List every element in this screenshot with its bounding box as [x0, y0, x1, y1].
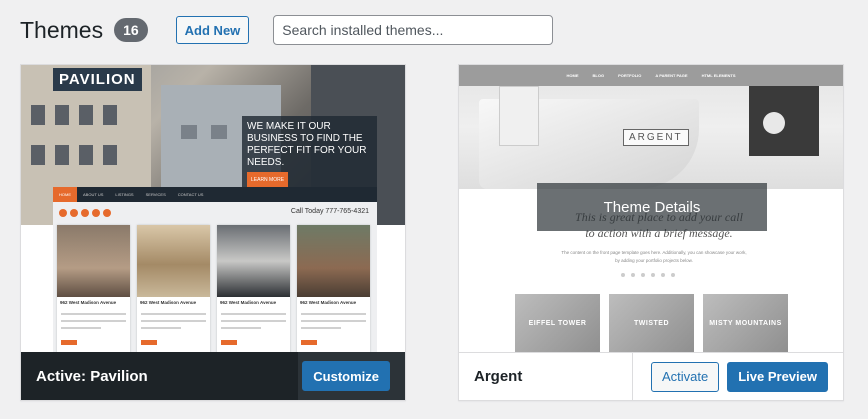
search-input[interactable] — [273, 15, 554, 45]
argent-logo: ARGENT — [623, 129, 689, 146]
listing-card: 962 West Madison Avenue — [297, 225, 370, 353]
theme-name: Argent — [474, 368, 523, 385]
portfolio-tile: TWISTED — [609, 294, 694, 353]
theme-details-overlay[interactable]: Theme Details — [537, 183, 767, 231]
live-preview-button[interactable]: Live Preview — [727, 361, 828, 392]
pavilion-site-preview: HOME ABOUT US LISTINGS SERVICES CONTACT … — [53, 187, 377, 353]
portfolio-tile: MISTY MOUNTAINS — [703, 294, 788, 353]
theme-card-argent[interactable]: HOME BLOG PORTFOLIO A PARENT PAGE HTML E… — [458, 64, 844, 401]
argent-body-text: The content on the front page template g… — [561, 250, 747, 263]
theme-screenshot[interactable]: HOME BLOG PORTFOLIO A PARENT PAGE HTML E… — [459, 65, 843, 353]
pavilion-logo: PAVILION — [53, 68, 142, 91]
active-label: Active: — [36, 367, 87, 385]
learn-more-button: LEARN MORE — [247, 172, 289, 188]
theme-name: Active: Pavilion — [36, 367, 148, 385]
listing-card: 962 West Madison Avenue — [137, 225, 210, 353]
argent-portfolio-tiles: EIFFEL TOWER TWISTED MISTY MOUNTAINS — [515, 294, 788, 353]
theme-card-pavilion[interactable]: PAVILION WE MAKE IT OUR BUSINESS TO FIND… — [20, 64, 406, 401]
theme-card-footer: Active: Pavilion Customize — [21, 352, 405, 400]
theme-screenshot[interactable]: PAVILION WE MAKE IT OUR BUSINESS TO FIND… — [21, 65, 405, 353]
pavilion-nav: HOME ABOUT US LISTINGS SERVICES CONTACT … — [53, 187, 377, 202]
argent-dots — [621, 273, 675, 277]
pavilion-tagline: WE MAKE IT OUR BUSINESS TO FIND THE PERF… — [242, 116, 377, 193]
theme-actions: Activate Live Preview — [631, 353, 843, 400]
theme-count-badge: 16 — [114, 18, 148, 42]
activate-button[interactable]: Activate — [650, 361, 720, 392]
listing-card: 962 West Madison Avenue — [217, 225, 290, 353]
social-icons — [59, 209, 111, 217]
listing-card: 962 West Madison Avenue — [57, 225, 130, 353]
pavilion-listings: 962 West Madison Avenue 962 West Madison… — [57, 225, 370, 353]
theme-actions: Customize — [298, 352, 405, 400]
pavilion-call: Call Today 777-765-4321 — [290, 208, 369, 215]
argent-nav: HOME BLOG PORTFOLIO A PARENT PAGE HTML E… — [459, 65, 843, 86]
portfolio-tile: EIFFEL TOWER — [515, 294, 600, 353]
add-new-button[interactable]: Add New — [175, 16, 250, 44]
page-title: Themes — [20, 16, 104, 43]
theme-card-footer: Argent Activate Live Preview — [459, 352, 843, 400]
customize-button[interactable]: Customize — [302, 361, 390, 391]
page-header: Themes 16 Add New — [20, 14, 554, 46]
